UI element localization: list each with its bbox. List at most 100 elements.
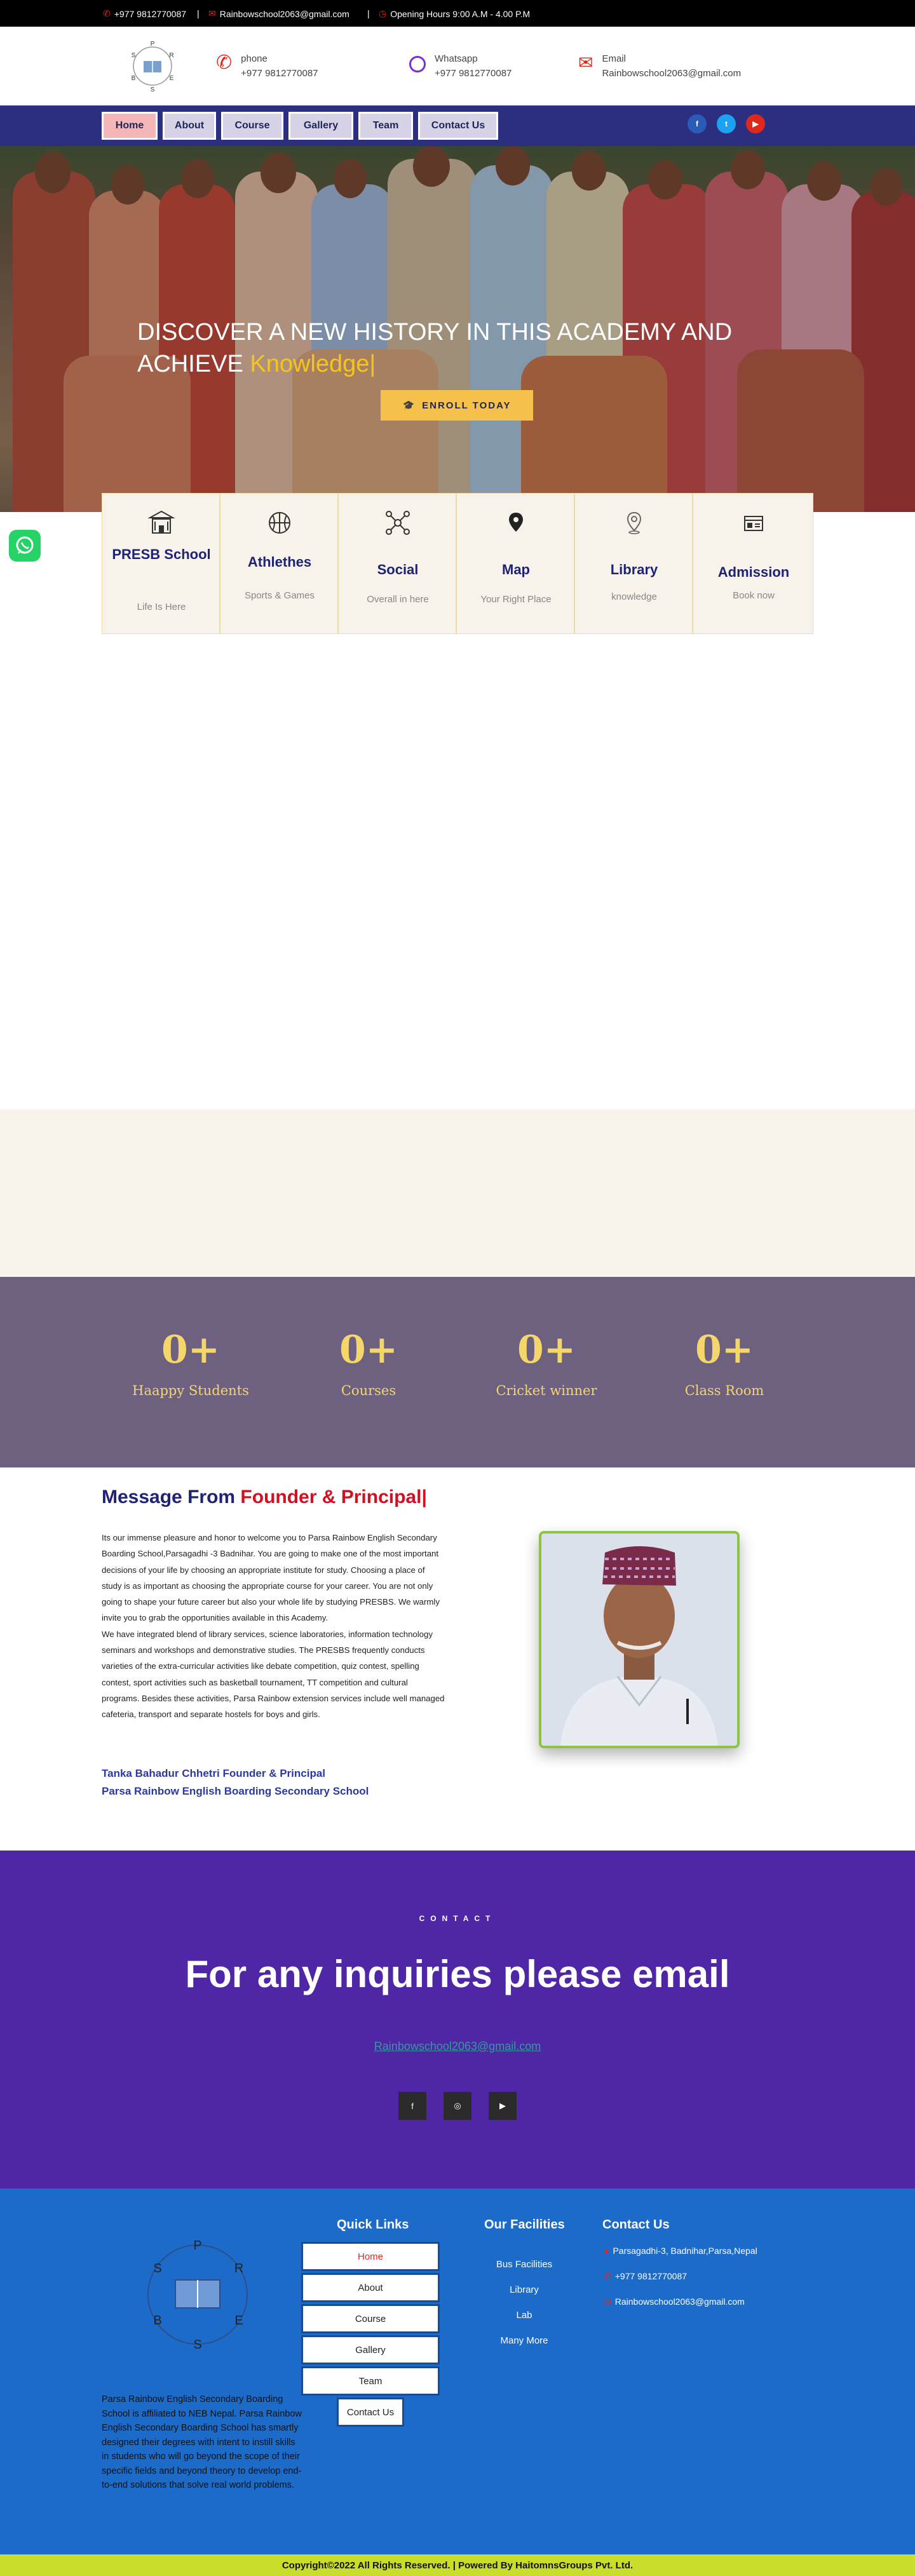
email-value: Rainbowschool2063@gmail.com bbox=[602, 68, 742, 79]
topbar-email-text: Rainbowschool2063@gmail.com bbox=[219, 8, 349, 19]
main-nav: Home About Course Gallery Team Contact U… bbox=[0, 105, 915, 146]
message-title-b: Founder & Principal| bbox=[240, 1487, 427, 1507]
phone-icon: ✆ bbox=[604, 2271, 611, 2281]
footer: P S R B E S Quick Links Home About Cours… bbox=[0, 2188, 915, 2554]
email-label: Email bbox=[602, 53, 626, 64]
svg-text:R: R bbox=[234, 2262, 243, 2276]
quick-links-title: Quick Links bbox=[337, 2218, 409, 2232]
map-pin-icon bbox=[457, 509, 575, 538]
facebook-icon[interactable]: f bbox=[688, 114, 707, 133]
enroll-label: ENROLL TODAY bbox=[422, 400, 512, 411]
svg-text:E: E bbox=[170, 75, 174, 82]
feature-title: PRESB School bbox=[112, 546, 211, 562]
message-title: Message From Founder & Principal| bbox=[102, 1487, 427, 1508]
stat-courses: 0+ Courses bbox=[305, 1325, 432, 1398]
hero-title: DISCOVER A NEW HISTORY IN THIS ACADEMY A… bbox=[137, 316, 760, 380]
stat-label: Haappy Students bbox=[132, 1383, 249, 1398]
nav-gallery[interactable]: Gallery bbox=[288, 112, 353, 140]
contact-caption: CONTACT bbox=[419, 1914, 496, 1923]
whatsapp-icon bbox=[16, 536, 34, 554]
svg-text:B: B bbox=[153, 2314, 161, 2328]
feature-card-athletes[interactable]: Athlethes Sports & Games bbox=[220, 493, 338, 634]
header-email[interactable]: ✉ Email Rainbowschool2063@gmail.com bbox=[578, 53, 741, 79]
empty-section bbox=[0, 1109, 915, 1277]
footer-address: ● Parsagadhi-3, Badnihar,Parsa,Nepal bbox=[604, 2246, 757, 2256]
calendar-icon bbox=[693, 509, 814, 538]
nav-contact[interactable]: Contact Us bbox=[418, 112, 498, 140]
stat-value: 0+ bbox=[695, 1328, 754, 1372]
header-whatsapp[interactable]: Whatsapp +977 9812770087 bbox=[409, 53, 512, 79]
nav-team[interactable]: Team bbox=[358, 112, 413, 140]
feature-card-library[interactable]: Library knowledge bbox=[574, 493, 693, 634]
facility-item[interactable]: Library bbox=[483, 2284, 566, 2295]
footer-about-text: Parsa Rainbow English Secondary Boarding… bbox=[102, 2394, 302, 2490]
facility-item[interactable]: Many More bbox=[483, 2335, 566, 2346]
nav-about[interactable]: About bbox=[163, 112, 216, 140]
svg-text:B: B bbox=[132, 75, 136, 82]
facility-item[interactable]: Bus Facilities bbox=[483, 2259, 566, 2270]
feature-card-admission[interactable]: Admission Book now bbox=[693, 493, 813, 634]
stat-value: 0+ bbox=[161, 1328, 220, 1372]
footer-link-about[interactable]: About bbox=[301, 2273, 440, 2302]
footer-contact-title: Contact Us bbox=[602, 2218, 670, 2232]
nav-home[interactable]: Home bbox=[102, 112, 158, 140]
youtube-icon[interactable]: ▶ bbox=[746, 114, 765, 133]
footer-email[interactable]: ✉ Rainbowschool2063@gmail.com bbox=[604, 2296, 745, 2307]
stat-classrooms: 0+ Class Room bbox=[661, 1325, 788, 1398]
map-pin-icon: ● bbox=[604, 2246, 609, 2256]
footer-link-home[interactable]: Home bbox=[301, 2242, 440, 2271]
topbar-phone[interactable]: ✆ +977 9812770087 bbox=[103, 8, 186, 19]
enroll-button[interactable]: 🎓 ENROLL TODAY bbox=[381, 390, 533, 421]
feature-card-social[interactable]: Social Overall in here bbox=[338, 493, 456, 634]
phone-icon: ✆ bbox=[216, 52, 233, 73]
svg-text:R: R bbox=[169, 52, 173, 59]
contact-email-link[interactable]: Rainbowschool2063@gmail.com bbox=[0, 2040, 915, 2053]
hero-title-line2: ACHIEVE bbox=[137, 351, 243, 377]
stat-label: Courses bbox=[341, 1383, 396, 1398]
principal-name: Tanka Bahadur Chhetri Founder & Principa… bbox=[102, 1767, 326, 1779]
message-body: Its our immense pleasure and honor to we… bbox=[102, 1530, 445, 1723]
facebook-icon[interactable]: f bbox=[398, 2092, 426, 2120]
top-bar: ✆ +977 9812770087 | ✉ Rainbowschool2063@… bbox=[0, 0, 915, 27]
feature-title: Admission bbox=[717, 564, 790, 580]
graduation-cap-icon: 🎓 bbox=[402, 400, 416, 411]
topbar-hours-text: Opening Hours 9:00 A.M - 4.00 P.M bbox=[390, 8, 531, 19]
phone-label: phone bbox=[241, 53, 268, 64]
feature-sub: Life Is Here bbox=[137, 602, 186, 612]
phone-icon: ✆ bbox=[103, 8, 111, 18]
topbar-phone-text: +977 9812770087 bbox=[114, 8, 187, 19]
school-icon bbox=[102, 509, 220, 538]
envelope-icon: ✉ bbox=[208, 8, 216, 18]
footer-logo[interactable]: P S R B E S bbox=[131, 2228, 264, 2361]
copyright-bar: Copyright©2022 All Rights Reserved. | Po… bbox=[0, 2554, 915, 2576]
feature-sub: Your Right Place bbox=[480, 594, 552, 605]
youtube-icon[interactable]: ▶ bbox=[489, 2092, 517, 2120]
envelope-icon: ✉ bbox=[578, 53, 593, 72]
footer-link-course[interactable]: Course bbox=[301, 2304, 440, 2333]
header-phone[interactable]: ✆ phone +977 9812770087 bbox=[216, 53, 318, 79]
feature-sub: knowledge bbox=[611, 591, 657, 602]
svg-text:S: S bbox=[153, 2262, 161, 2276]
message-para: Its our immense pleasure and honor to we… bbox=[102, 1533, 440, 1623]
footer-phone-text: +977 9812770087 bbox=[614, 2271, 688, 2281]
location-icon bbox=[575, 509, 693, 538]
footer-link-team[interactable]: Team bbox=[301, 2366, 440, 2396]
message-para: We have integrated blend of library serv… bbox=[102, 1629, 445, 1720]
school-logo[interactable]: P S R B E S bbox=[125, 38, 180, 94]
svg-text:S: S bbox=[151, 86, 155, 93]
hero-banner: DISCOVER A NEW HISTORY IN THIS ACADEMY A… bbox=[0, 146, 915, 512]
footer-link-gallery[interactable]: Gallery bbox=[301, 2335, 440, 2364]
svg-text:S: S bbox=[132, 52, 136, 59]
twitter-icon[interactable]: t bbox=[717, 114, 736, 133]
facility-item[interactable]: Lab bbox=[483, 2310, 566, 2321]
message-title-a: Message From bbox=[102, 1487, 236, 1507]
instagram-icon[interactable]: ◎ bbox=[444, 2092, 471, 2120]
nav-course[interactable]: Course bbox=[221, 112, 283, 140]
hero-title-line1: DISCOVER A NEW HISTORY IN THIS ACADEMY A… bbox=[137, 319, 733, 346]
topbar-email[interactable]: ✉ Rainbowschool2063@gmail.com bbox=[208, 8, 349, 19]
footer-phone[interactable]: ✆ +977 9812770087 bbox=[604, 2271, 687, 2282]
footer-link-contact[interactable]: Contact Us bbox=[337, 2397, 404, 2427]
feature-card-school[interactable]: PRESB School Life Is Here bbox=[102, 493, 220, 634]
feature-card-map[interactable]: Map Your Right Place bbox=[456, 493, 574, 634]
whatsapp-float-button[interactable] bbox=[9, 530, 41, 562]
